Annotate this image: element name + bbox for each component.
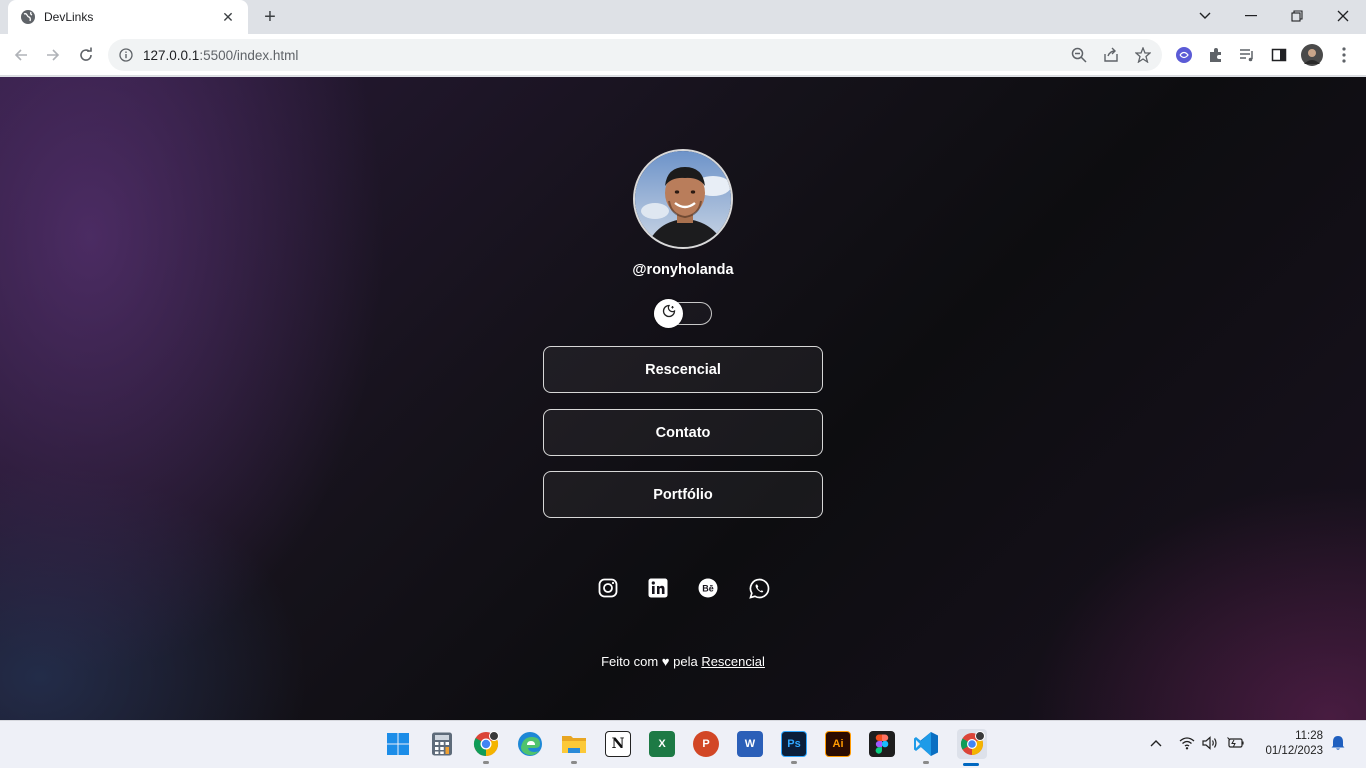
clock-date: 01/12/2023: [1265, 745, 1323, 757]
tab-search-button[interactable]: [1182, 0, 1228, 32]
footer: Feito com ♥ pela Rescencial: [0, 654, 1366, 669]
media-queue-icon[interactable]: [1234, 42, 1260, 68]
theme-toggle-knob[interactable]: [654, 299, 683, 328]
close-tab-icon[interactable]: ✕: [220, 9, 236, 25]
reload-button[interactable]: [73, 42, 99, 68]
calculator-icon[interactable]: [429, 731, 455, 757]
new-tab-button[interactable]: +: [258, 6, 282, 28]
url-host: 127.0.0.1: [143, 47, 200, 63]
link-button-rescencial[interactable]: Rescencial: [543, 346, 823, 393]
photoshop-running-indicator: [791, 761, 797, 764]
chrome-running-indicator: [483, 761, 489, 764]
notion-icon[interactable]: N: [605, 731, 631, 757]
browser-toolbar: 127.0.0.1:5500/index.html: [0, 34, 1366, 76]
info-icon[interactable]: [118, 47, 134, 63]
back-button[interactable]: [8, 42, 34, 68]
file-explorer-icon[interactable]: [561, 731, 587, 757]
vscode-running-indicator: [923, 761, 929, 764]
photoshop-icon[interactable]: Ps: [781, 731, 807, 757]
devlinks-page: @ronyholanda Rescencial Contato Portfóli…: [0, 77, 1366, 720]
profile-username: @ronyholanda: [632, 262, 734, 278]
windows-taskbar: N X P W Ps Ai 11:28 01/12/2023: [0, 720, 1366, 768]
footer-link[interactable]: Rescencial: [701, 654, 765, 669]
bookmark-star-icon[interactable]: [1130, 42, 1156, 68]
link-button-contato[interactable]: Contato: [543, 409, 823, 456]
extensions-puzzle-icon[interactable]: [1203, 42, 1229, 68]
globe-icon: [20, 9, 36, 25]
profile-photo: [633, 149, 733, 249]
extension-icon[interactable]: [1171, 42, 1197, 68]
chevron-up-icon[interactable]: [1146, 733, 1166, 753]
excel-icon[interactable]: X: [649, 731, 675, 757]
system-clock[interactable]: 11:28 01/12/2023: [1265, 729, 1323, 759]
url-path: :5500/index.html: [199, 47, 299, 63]
edge-icon[interactable]: [517, 731, 543, 757]
theme-toggle[interactable]: [654, 299, 712, 328]
side-panel-icon[interactable]: [1266, 42, 1292, 68]
whatsapp-icon[interactable]: [748, 577, 770, 599]
explorer-running-indicator: [571, 761, 577, 764]
forward-button[interactable]: [40, 42, 66, 68]
address-bar[interactable]: 127.0.0.1:5500/index.html: [108, 39, 1162, 71]
tab-strip: DevLinks ✕ +: [0, 0, 1366, 34]
behance-icon[interactable]: Bē: [697, 577, 719, 599]
clock-time: 11:28: [1295, 730, 1323, 742]
linkedin-icon[interactable]: [647, 577, 669, 599]
footer-text: Feito com ♥ pela: [601, 654, 702, 669]
windows-start-icon[interactable]: [385, 731, 411, 757]
notification-bell-icon[interactable]: [1328, 733, 1348, 753]
moon-icon: [662, 304, 676, 323]
share-icon[interactable]: [1098, 42, 1124, 68]
close-window-button[interactable]: [1320, 0, 1366, 32]
chrome-profile-icon[interactable]: [957, 729, 987, 759]
browser-tab[interactable]: DevLinks ✕: [8, 0, 248, 34]
powerpoint-icon[interactable]: P: [693, 731, 719, 757]
volume-icon[interactable]: [1200, 733, 1220, 753]
url-text: 127.0.0.1:5500/index.html: [143, 48, 298, 63]
profile-avatar[interactable]: [1299, 42, 1325, 68]
zoom-icon[interactable]: [1066, 42, 1092, 68]
instagram-icon[interactable]: [597, 577, 619, 599]
link-button-portfolio[interactable]: Portfólio: [543, 471, 823, 518]
chrome-icon[interactable]: [473, 731, 499, 757]
word-icon[interactable]: W: [737, 731, 763, 757]
illustrator-icon[interactable]: Ai: [825, 731, 851, 757]
chrome-active-indicator: [963, 763, 979, 766]
svg-text:Bē: Bē: [702, 584, 714, 594]
restore-button[interactable]: [1274, 0, 1320, 32]
tab-title: DevLinks: [44, 10, 94, 24]
minimize-button[interactable]: [1228, 0, 1274, 32]
battery-icon[interactable]: [1226, 733, 1246, 753]
vscode-icon[interactable]: [913, 731, 939, 757]
wifi-icon[interactable]: [1177, 733, 1197, 753]
figma-icon[interactable]: [869, 731, 895, 757]
menu-kebab-icon[interactable]: [1331, 42, 1357, 68]
